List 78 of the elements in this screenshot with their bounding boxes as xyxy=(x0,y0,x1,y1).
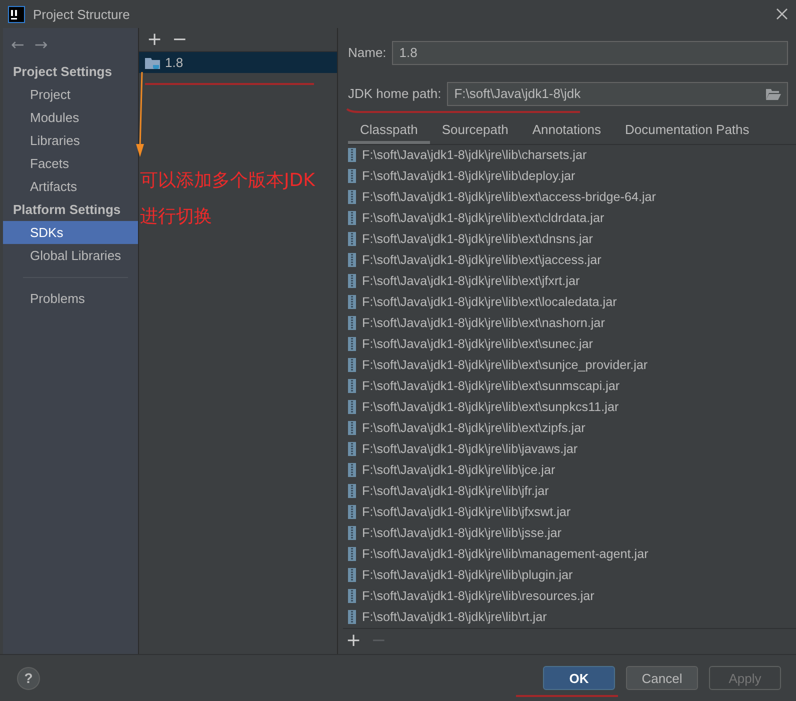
sidebar-item[interactable]: Global Libraries xyxy=(3,244,138,267)
classpath-entry[interactable]: F:\soft\Java\jdk1-8\jdk\jre\lib\ext\sunmscapi.jar xyxy=(362,379,620,394)
close-icon[interactable] xyxy=(776,8,788,20)
jar-icon xyxy=(348,400,356,414)
classpath-entry[interactable]: F:\soft\Java\jdk1-8\jdk\jre\lib\ext\sunpkcs11.jar xyxy=(362,400,619,414)
classpath-entry[interactable]: F:\soft\Java\jdk1-8\jdk\jre\lib\resources.jar xyxy=(362,589,594,604)
classpath-entry[interactable]: F:\soft\Java\jdk1-8\jdk\jre\lib\ext\sunjce_provider.jar xyxy=(362,358,648,372)
dialog-button[interactable]: Cancel xyxy=(626,666,698,690)
classpath-entry[interactable]: F:\soft\Java\jdk1-8\jdk\jre\lib\rt.jar xyxy=(362,610,547,624)
app-logo-icon xyxy=(8,6,25,22)
classpath-entry[interactable]: F:\soft\Java\jdk1-8\jdk\jre\lib\deploy.jar xyxy=(362,169,576,184)
jar-icon xyxy=(348,589,356,604)
classpath-entry[interactable]: F:\soft\Java\jdk1-8\jdk\jre\lib\ext\nashorn.jar xyxy=(362,316,605,330)
classpath-entry[interactable]: F:\soft\Java\jdk1-8\jdk\jre\lib\ext\dnsns.jar xyxy=(362,232,593,246)
jar-icon xyxy=(348,274,356,288)
classpath-entry[interactable]: F:\soft\Java\jdk1-8\jdk\jre\lib\jfxswt.jar xyxy=(362,505,571,520)
tab[interactable]: Sourcepath xyxy=(430,118,520,144)
classpath-entry[interactable]: F:\soft\Java\jdk1-8\jdk\jre\lib\ext\jaccess.jar xyxy=(362,253,602,268)
jar-icon xyxy=(348,610,356,624)
classpath-entry[interactable]: F:\soft\Java\jdk1-8\jdk\jre\lib\ext\localedata.jar xyxy=(362,295,617,310)
sidebar-item[interactable]: Libraries xyxy=(3,129,138,152)
classpath-entry[interactable]: F:\soft\Java\jdk1-8\jdk\jre\lib\ext\zipfs.jar xyxy=(362,421,586,436)
jar-icon xyxy=(348,148,356,162)
classpath-entry[interactable]: F:\soft\Java\jdk1-8\jdk\jre\lib\jfr.jar xyxy=(362,484,549,498)
sidebar-item[interactable]: Problems xyxy=(3,287,138,310)
classpath-entry[interactable]: F:\soft\Java\jdk1-8\jdk\jre\lib\charsets.jar xyxy=(362,148,587,162)
jar-icon xyxy=(348,442,356,456)
annotation-text: 可以添加多个版本JDK xyxy=(140,169,315,192)
sidebar-item[interactable]: Project xyxy=(3,83,138,106)
sidebar-item[interactable]: Artifacts xyxy=(3,175,138,198)
folder-icon[interactable] xyxy=(766,88,781,100)
jar-icon xyxy=(348,358,356,372)
jar-icon xyxy=(348,484,356,498)
jar-icon xyxy=(348,463,356,478)
tab[interactable]: Documentation Paths xyxy=(612,118,762,144)
jar-icon xyxy=(348,568,356,582)
name-field[interactable]: 1.8 xyxy=(392,40,788,65)
classpath-entry[interactable]: F:\soft\Java\jdk1-8\jdk\jre\lib\jce.jar xyxy=(362,463,556,478)
jdk-home-path-label: JDK home path: xyxy=(348,86,442,102)
help-button[interactable]: ? xyxy=(17,666,40,690)
classpath-entry[interactable]: F:\soft\Java\jdk1-8\jdk\jre\lib\jsse.jar xyxy=(362,526,562,540)
jar-icon xyxy=(348,295,356,310)
jar-icon xyxy=(348,253,356,268)
jar-icon xyxy=(348,337,356,352)
jar-icon xyxy=(348,379,356,394)
classpath-entry[interactable]: F:\soft\Java\jdk1-8\jdk\jre\lib\javaws.jar xyxy=(362,442,578,456)
jdk-folder-icon xyxy=(145,56,161,70)
jar-icon xyxy=(348,169,356,184)
sdk-item[interactable]: 1.8 xyxy=(139,52,337,73)
jar-icon xyxy=(348,211,356,226)
annotation-text: 进行切换 xyxy=(140,205,212,228)
toolbar-button[interactable]: + xyxy=(344,631,364,652)
tab[interactable]: Classpath xyxy=(348,118,430,144)
jar-icon xyxy=(348,547,356,562)
tab[interactable]: Annotations xyxy=(520,118,613,144)
jar-icon xyxy=(348,316,356,330)
jar-icon xyxy=(348,190,356,204)
section-heading: Platform Settings xyxy=(12,201,122,219)
jar-icon xyxy=(348,526,356,540)
classpath-entry[interactable]: F:\soft\Java\jdk1-8\jdk\jre\lib\ext\sunec.jar xyxy=(362,337,593,352)
section-heading: Project Settings xyxy=(12,63,113,81)
classpath-entry[interactable]: F:\soft\Java\jdk1-8\jdk\jre\lib\management-agent.jar xyxy=(362,547,648,562)
jdk-home-path-field[interactable]: F:\soft\Java\jdk1-8\jdk xyxy=(447,82,788,106)
window-title: Project Structure xyxy=(33,6,130,22)
sidebar-item[interactable]: SDKs xyxy=(3,221,138,244)
sidebar-item[interactable]: Modules xyxy=(3,106,138,129)
ok-button[interactable]: OK xyxy=(543,666,615,690)
classpath-entry[interactable]: F:\soft\Java\jdk1-8\jdk\jre\lib\plugin.jar xyxy=(362,568,573,582)
toolbar-button[interactable]: − xyxy=(170,30,190,50)
classpath-entry[interactable]: F:\soft\Java\jdk1-8\jdk\jre\lib\ext\jfxrt.jar xyxy=(362,274,580,288)
sidebar-item[interactable]: Facets xyxy=(3,152,138,175)
jar-icon xyxy=(348,421,356,436)
toolbar-button[interactable]: + xyxy=(145,30,164,50)
jar-icon xyxy=(348,232,356,246)
name-label: Name: xyxy=(348,45,386,60)
jar-icon xyxy=(348,505,356,520)
classpath-entry[interactable]: F:\soft\Java\jdk1-8\jdk\jre\lib\ext\access-bridge-64.jar xyxy=(362,190,656,204)
classpath-entry[interactable]: F:\soft\Java\jdk1-8\jdk\jre\lib\ext\cldrdata.jar xyxy=(362,211,604,226)
